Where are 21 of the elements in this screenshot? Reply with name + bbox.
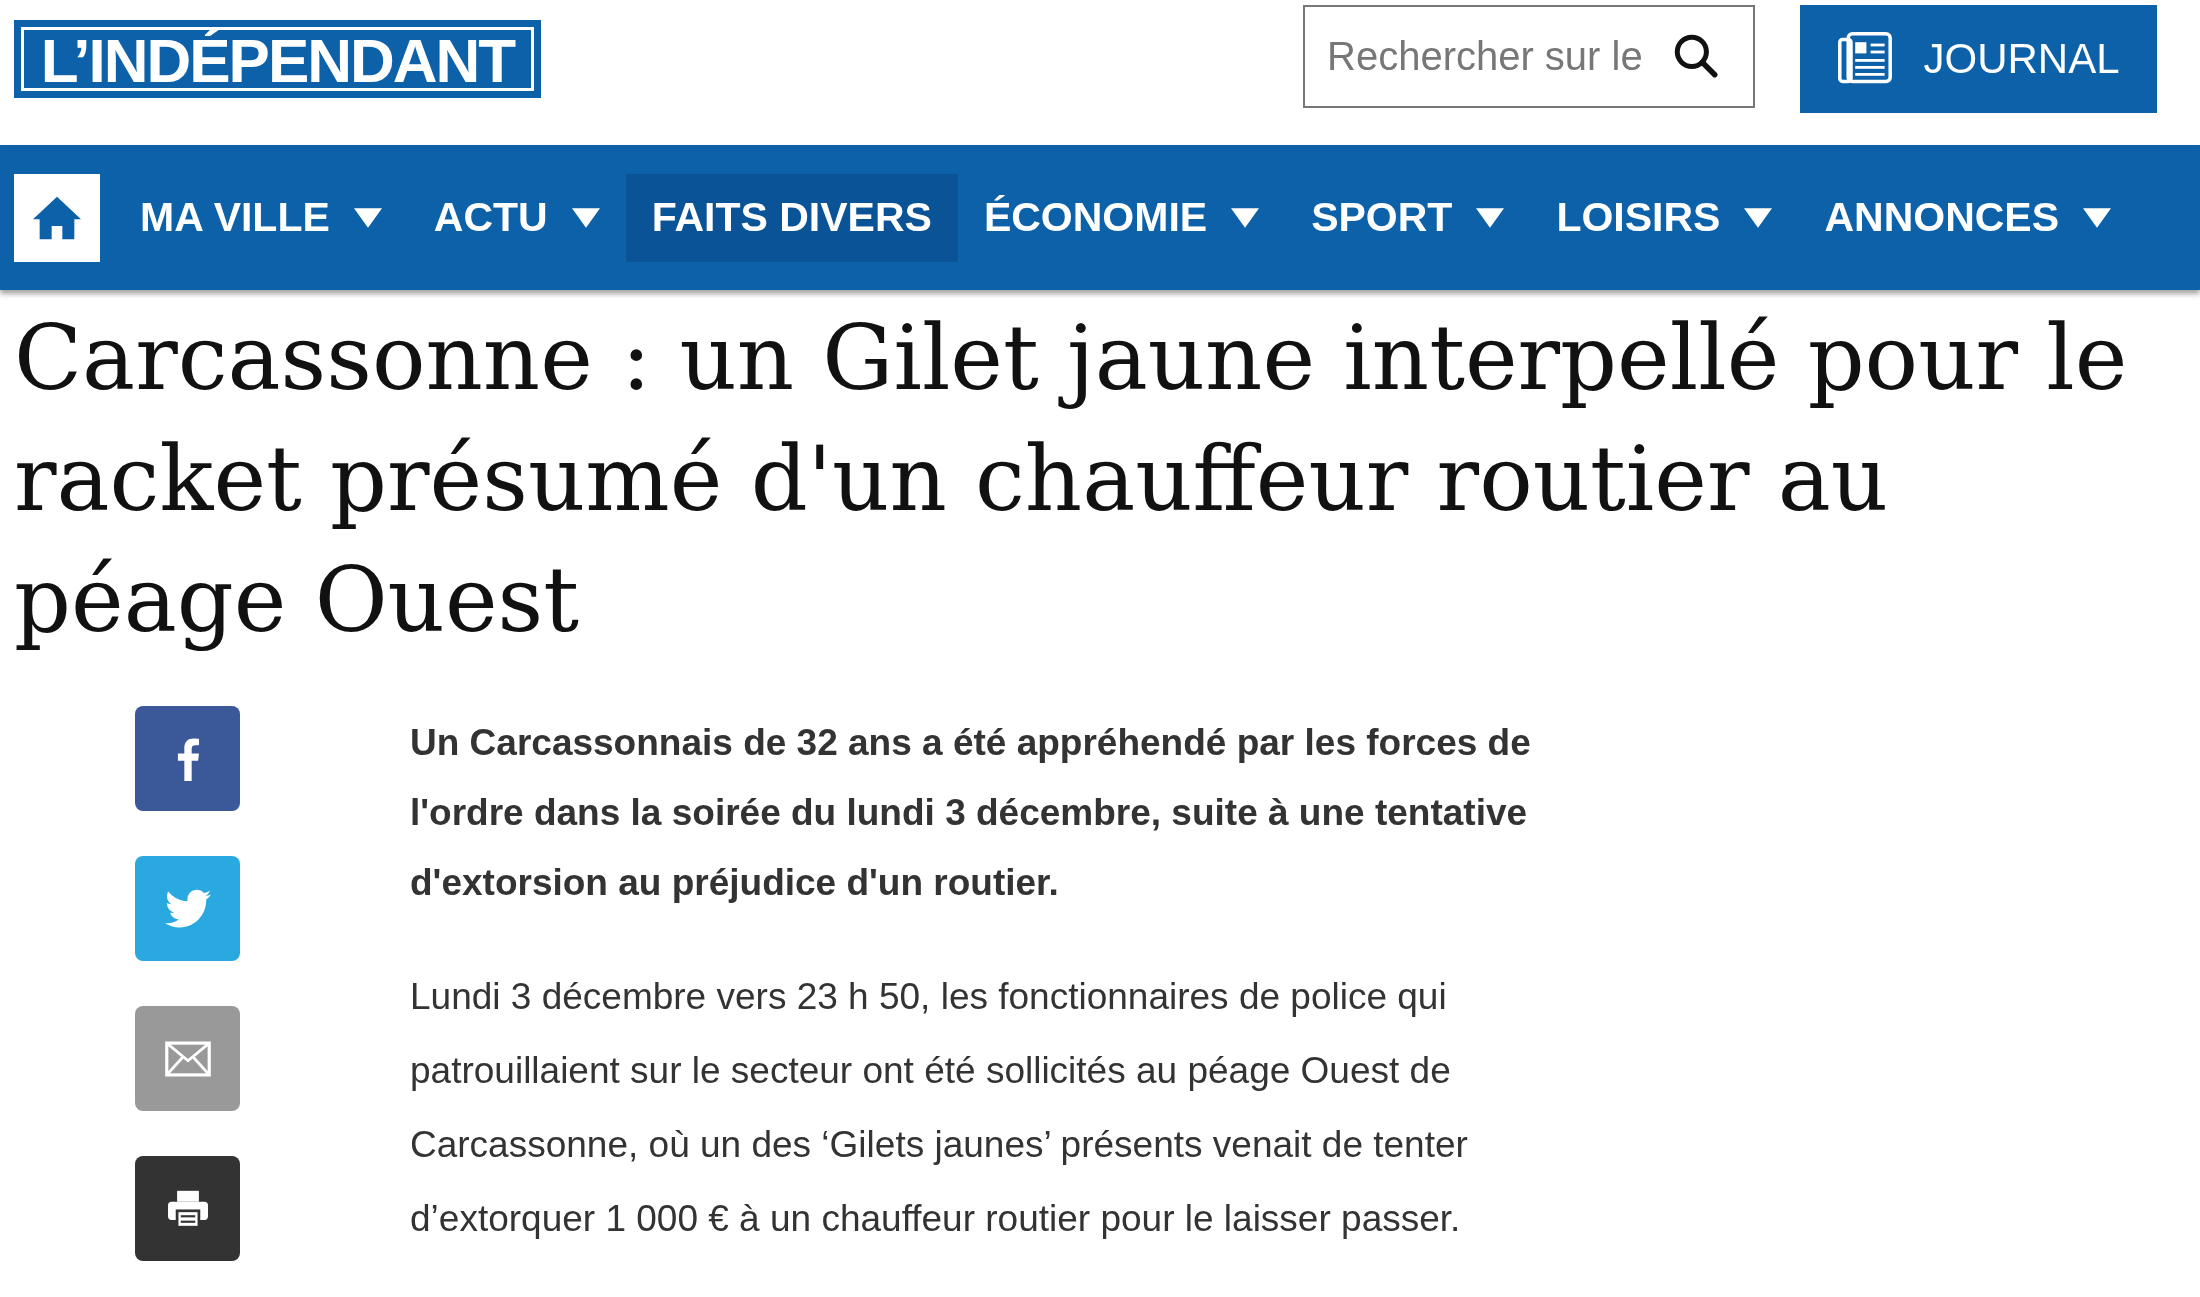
article-paragraph: Lundi 3 décembre vers 23 h 50, les fonctionnaires de police qui patrouillaient sur le secteur ont été sollicités au péage Ouest de Carcassonne, où un des ‘Gilets jaunes’ présents venait de tenter d’extorquer 1 000 € à un chauffeur routier pour le laisser passer. [410, 975, 1469, 1241]
journal-button[interactable]: JOURNAL [1800, 5, 2157, 113]
twitter-share-button[interactable] [135, 856, 240, 961]
nav-menu-item[interactable]: ANNONCES [1798, 173, 2138, 262]
article-headline: Carcassonne : un Gilet jaune interpellé pour le racket présumé d'un chauffeur routier au péage Ouest [13, 305, 2129, 654]
bird-icon [164, 888, 211, 929]
nav-menu-item[interactable]: FAITS DIVERS [625, 173, 958, 262]
search-field[interactable]: Rechercher sur le [1303, 5, 1755, 108]
facebook-share-button[interactable] [135, 706, 240, 811]
envelope-icon [164, 1038, 211, 1079]
home-button[interactable] [14, 173, 100, 262]
print-button[interactable] [135, 1156, 240, 1261]
nav-menu-item[interactable]: ÉCONOMIE [957, 173, 1286, 262]
email-share-button[interactable] [135, 1006, 240, 1111]
site-logo[interactable]: L’INDÉPENDANT [14, 20, 541, 98]
article-lead: Un Carcassonnais de 32 ans a été appréhendé par les forces de l'ordre dans la soirée du lundi 3 décembre, suite à une tentative d'extorsion au préjudice d'un routier. [410, 721, 1532, 905]
nav-menu-item[interactable]: ACTU [407, 173, 626, 262]
nav-menu-item[interactable]: SPORT [1285, 173, 1531, 262]
facebook-icon [176, 736, 199, 781]
nav-menu-item[interactable]: MA VILLE [114, 173, 408, 262]
nav-menu-item[interactable]: LOISIRS [1530, 173, 1799, 262]
